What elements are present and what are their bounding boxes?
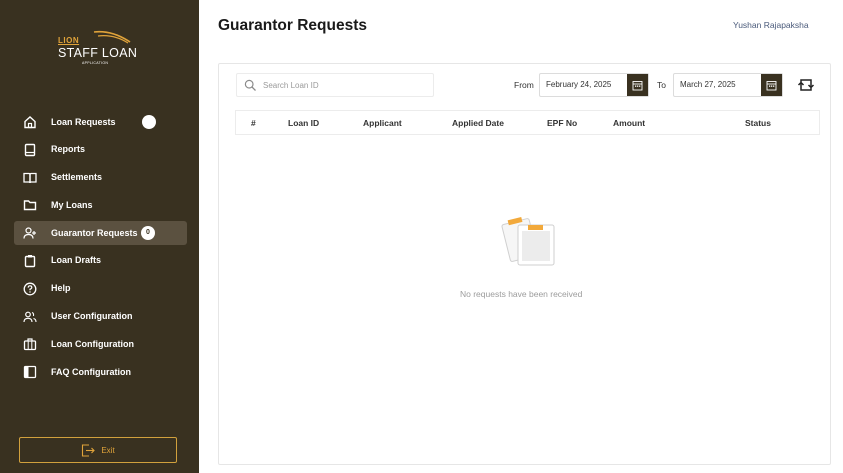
sidebar-item-label: User Configuration: [51, 311, 133, 322]
sidebar-panel-icon: [23, 366, 37, 379]
sidebar-item-label: Loan Requests: [51, 116, 116, 127]
sidebar-item-loan-drafts[interactable]: Loan Drafts: [14, 249, 187, 273]
column-header-index[interactable]: #: [251, 118, 256, 128]
exit-label: Exit: [101, 445, 115, 455]
column-header-loan-id[interactable]: Loan ID: [288, 118, 319, 128]
calendar-icon: [766, 80, 777, 90]
help-icon: [23, 282, 37, 296]
logo-swoosh-icon: [93, 30, 131, 44]
sidebar-item-label: Settlements: [51, 172, 103, 183]
sidebar-item-reports[interactable]: Reports: [14, 138, 187, 162]
sidebar-item-guarantor-requests[interactable]: Guarantor Requests 0: [14, 221, 187, 246]
logo-title: STAFF LOAN: [58, 46, 138, 60]
sidebar-item-label: Reports: [51, 144, 86, 155]
sidebar-item-label: My Loans: [51, 199, 93, 210]
column-header-applicant[interactable]: Applicant: [363, 118, 402, 128]
sidebar-item-my-loans[interactable]: My Loans: [14, 193, 187, 217]
sidebar-item-settlements[interactable]: Settlements: [14, 166, 187, 190]
sidebar-item-label: Guarantor Requests: [51, 227, 138, 238]
column-header-status[interactable]: Status: [745, 118, 771, 128]
to-date-value: March 27, 2025: [680, 80, 736, 89]
page-title: Guarantor Requests: [218, 17, 368, 34]
calendar-icon: [632, 80, 643, 90]
sidebar-item-loan-configuration[interactable]: Loan Configuration: [14, 332, 187, 356]
report-icon: [24, 143, 36, 156]
table-header: # Loan ID Applicant Applied Date EPF No …: [235, 110, 820, 135]
logo-brand: LION: [58, 36, 80, 45]
search-icon: [244, 79, 256, 91]
refresh-icon[interactable]: [797, 77, 815, 93]
sidebar-item-help[interactable]: Help: [14, 277, 187, 301]
from-calendar-button[interactable]: [627, 74, 648, 96]
home-icon: [24, 116, 36, 129]
logo-subtitle: APPLICATION: [82, 61, 109, 65]
column-header-epf-no[interactable]: EPF No: [547, 118, 577, 128]
briefcase-icon: [23, 338, 37, 351]
sidebar: LION STAFF LOAN APPLICATION Loan Request…: [0, 0, 199, 473]
sidebar-item-label: Help: [51, 283, 71, 294]
to-calendar-button[interactable]: [761, 74, 782, 96]
sidebar-item-faq-configuration[interactable]: FAQ Configuration: [14, 360, 187, 384]
search-input[interactable]: [263, 78, 428, 93]
search-box[interactable]: [236, 73, 434, 97]
user-name[interactable]: Yushan Rajapaksha: [733, 20, 809, 30]
exit-icon: [82, 443, 96, 457]
folder-icon: [23, 200, 37, 211]
user-add-icon: [23, 227, 36, 239]
from-label: From: [514, 80, 534, 90]
column-header-amount[interactable]: Amount: [613, 118, 645, 128]
app-logo: LION STAFF LOAN APPLICATION: [52, 26, 152, 71]
column-header-applied-date[interactable]: Applied Date: [452, 118, 504, 128]
sidebar-item-label: Loan Configuration: [51, 338, 134, 349]
sidebar-item-label: Loan Drafts: [51, 255, 102, 266]
from-date-value: February 24, 2025: [546, 80, 612, 89]
to-date-field[interactable]: March 27, 2025: [673, 73, 783, 97]
users-icon: [23, 311, 37, 322]
sidebar-item-label: FAQ Configuration: [51, 366, 131, 377]
book-icon: [23, 172, 37, 183]
exit-button[interactable]: Exit: [19, 437, 177, 463]
empty-clipboard-icon: [501, 216, 555, 266]
clipboard-icon: [24, 254, 36, 268]
sidebar-item-user-configuration[interactable]: User Configuration: [14, 305, 187, 329]
from-date-field[interactable]: February 24, 2025: [539, 73, 649, 97]
notification-dot: [142, 115, 156, 129]
empty-state-message: No requests have been received: [460, 289, 583, 299]
sidebar-item-loan-requests[interactable]: Loan Requests: [14, 110, 187, 134]
to-label: To: [657, 80, 666, 90]
sidebar-nav: Loan Requests Reports Settlements My Loa…: [14, 110, 187, 388]
count-badge: 0: [141, 226, 155, 241]
